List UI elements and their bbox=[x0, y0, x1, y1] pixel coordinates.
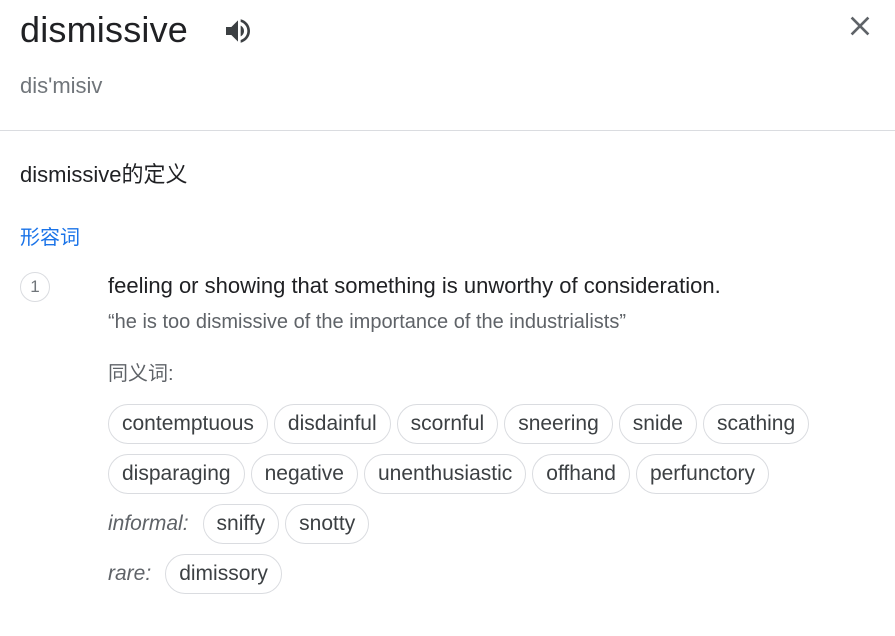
synonym-chip[interactable]: sneering bbox=[504, 404, 613, 444]
close-icon[interactable] bbox=[844, 10, 876, 42]
informal-label: informal: bbox=[108, 512, 189, 535]
synonym-chip[interactable]: scornful bbox=[396, 404, 499, 444]
synonym-row-1: contemptuous disdainful scornful sneerin… bbox=[108, 404, 815, 444]
synonym-chip[interactable]: disparaging bbox=[108, 454, 245, 494]
synonym-chip[interactable]: disdainful bbox=[273, 404, 391, 444]
synonym-chip[interactable]: unenthusiastic bbox=[364, 454, 527, 494]
definition-heading: dismissive的定义 bbox=[20, 162, 188, 187]
volume-up-icon[interactable] bbox=[221, 15, 255, 47]
entry-header: dismissive dis'misiv bbox=[0, 0, 895, 132]
dictionary-card: dismissive dis'misiv dismissive的定义 形容词 1… bbox=[0, 0, 895, 636]
informal-synonym-row: informal: sniffy snotty bbox=[108, 504, 375, 544]
synonym-chip[interactable]: perfunctory bbox=[635, 454, 770, 494]
sense-gloss: feeling or showing that something is unw… bbox=[108, 273, 721, 298]
sense-number-badge: 1 bbox=[20, 272, 50, 302]
synonym-row-2: disparaging negative unenthusiastic offh… bbox=[108, 454, 775, 494]
synonym-chip[interactable]: scathing bbox=[702, 404, 810, 444]
synonym-chip[interactable]: snide bbox=[618, 404, 697, 444]
header-divider bbox=[0, 130, 895, 131]
rare-synonym-row: rare: dimissory bbox=[108, 554, 288, 594]
usage-example: “he is too dismissive of the importance … bbox=[108, 311, 626, 333]
phonetic-spelling: dis'misiv bbox=[20, 73, 103, 98]
headword: dismissive bbox=[20, 9, 189, 50]
synonym-chip[interactable]: negative bbox=[250, 454, 358, 494]
synonym-chip[interactable]: offhand bbox=[532, 454, 630, 494]
part-of-speech: 形容词 bbox=[20, 227, 80, 249]
synonyms-label: 同义词: bbox=[108, 363, 174, 385]
synonym-chip[interactable]: dimissory bbox=[165, 554, 282, 594]
synonym-chip[interactable]: contemptuous bbox=[108, 404, 268, 444]
rare-label: rare: bbox=[108, 562, 152, 585]
synonym-chip[interactable]: snotty bbox=[285, 504, 370, 544]
synonym-chip[interactable]: sniffy bbox=[202, 504, 280, 544]
